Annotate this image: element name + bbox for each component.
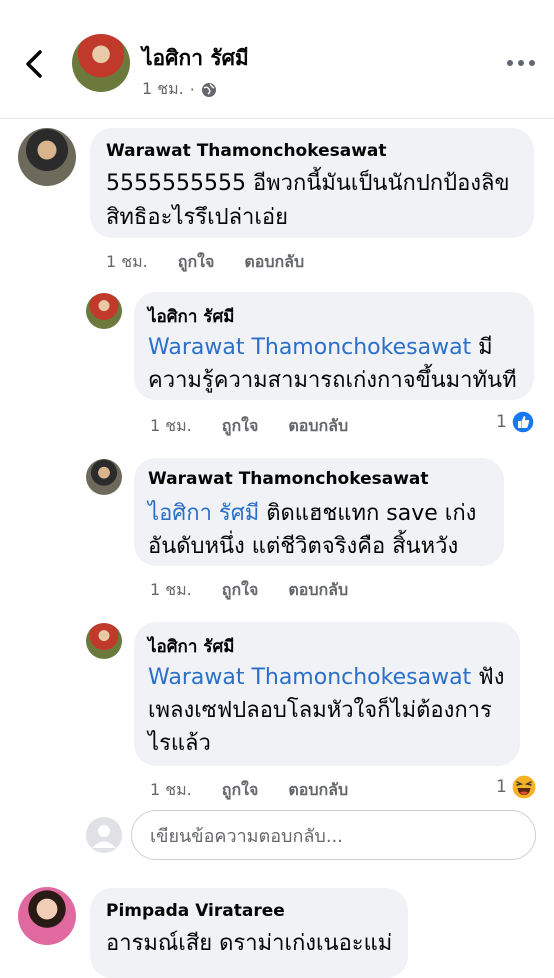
mention-link[interactable]: Warawat Thamonchokesawat [148,665,471,690]
comment-text: อารมณ์เสีย ดราม่าเก่งเนอะแม่ [106,931,393,956]
reaction-count: 1 [496,777,507,797]
like-icon [511,410,535,434]
comment-text-line: Warawat Thamonchokesawat ฟัง [148,660,505,696]
comment-text-line: สิทธิอะไรรึเปล่าเอ่ย [106,205,289,230]
reaction-summary[interactable]: 1 [496,774,537,800]
globe-icon [201,82,216,97]
post-header: ไอศิกา รัศมี 1 ชม. · [0,0,554,119]
commenter-name[interactable]: Pimpada Virataree [106,901,285,921]
reaction-summary[interactable]: 1 [496,410,535,434]
comment-bubble: ไอศิกา รัศมี Warawat Thamonchokesawat ฟั… [134,622,520,766]
comment-time[interactable]: 1 ชม. [106,250,148,275]
comment-time[interactable]: 1 ชม. [150,778,192,803]
commenter-name[interactable]: ไอศิกา รัศมี [148,303,234,330]
commenter-name[interactable]: ไอศิกา รัศมี [148,633,234,660]
more-options-icon[interactable] [506,58,536,68]
reaction-count: 1 [496,412,507,432]
commenter-name[interactable]: Warawat Thamonchokesawat [106,141,387,161]
comment-text-line: ไอศิกา รัศมี ติดแฮชแทก save เก่ง [148,496,476,532]
comment-time[interactable]: 1 ชม. [150,578,192,603]
commenter-name[interactable]: Warawat Thamonchokesawat [148,469,429,489]
like-button[interactable]: ถูกใจ [178,250,215,275]
comment-actions: 1 ชม. ถูกใจ ตอบกลับ [150,414,348,439]
comment-actions: 1 ชม. ถูกใจ ตอบกลับ [150,578,348,603]
commenter-avatar[interactable] [18,128,76,186]
commenter-avatar[interactable] [86,623,122,659]
current-user-avatar [86,817,122,853]
comment-text-line: เพลงเซฟปลอบโลมหัวใจก็ไม่ต้องการ [148,698,492,723]
comment-actions: 1 ชม. ถูกใจ ตอบกลับ [106,250,304,275]
like-button[interactable]: ถูกใจ [222,414,259,439]
comment-actions: 1 ชม. ถูกใจ ตอบกลับ [150,778,348,803]
comment-text-line: Warawat Thamonchokesawat มี [148,330,493,366]
reply-input[interactable]: เขียนข้อความตอบกลับ... [131,810,536,860]
comment-bubble: Pimpada Virataree อารมณ์เสีย ดราม่าเก่งเ… [90,888,408,978]
like-button[interactable]: ถูกใจ [222,578,259,603]
comment-text-line: ไรแล้ว [148,731,211,756]
comment-text-line: ความรู้ความสามารถเก่งกาจขึ้นมาทันที [148,368,517,393]
comment-text-line: 5555555555 อีพวกนี้มันเป็นนักปกป้องลิข [106,171,510,196]
comment-bubble: ไอศิกา รัศมี Warawat Thamonchokesawat มี… [134,292,534,400]
commenter-avatar[interactable] [86,459,122,495]
commenter-avatar[interactable] [18,887,76,945]
haha-icon [511,774,537,800]
comment-text: มี [471,335,493,360]
reply-button[interactable]: ตอบกลับ [244,250,304,275]
mention-link[interactable]: Warawat Thamonchokesawat [148,335,471,360]
reply-button[interactable]: ตอบกลับ [288,414,348,439]
comment-bubble: Warawat Thamonchokesawat ไอศิกา รัศมี ติ… [134,458,504,566]
reply-button[interactable]: ตอบกลับ [288,778,348,803]
reply-button[interactable]: ตอบกลับ [288,578,348,603]
post-meta: 1 ชม. · [142,77,217,102]
comment-bubble: Warawat Thamonchokesawat 5555555555 อีพว… [90,128,534,238]
post-author-name[interactable]: ไอศิกา รัศมี [142,42,249,75]
reply-placeholder: เขียนข้อความตอบกลับ... [150,825,343,847]
comment-text-line: อันดับหนึ่ง แต่ชีวิตจริงคือ สิ้นหวัง [148,534,459,559]
like-button[interactable]: ถูกใจ [222,778,259,803]
back-arrow-icon[interactable] [18,44,54,84]
comment-time[interactable]: 1 ชม. [150,414,192,439]
mention-link[interactable]: ไอศิกา รัศมี [148,501,259,526]
post-time[interactable]: 1 ชม. [142,77,184,102]
author-avatar[interactable] [72,34,130,92]
meta-separator: · [189,80,195,99]
comment-text: ฟัง [471,665,505,690]
comment-text: ติดแฮชแทก save เก่ง [259,501,477,526]
commenter-avatar[interactable] [86,293,122,329]
